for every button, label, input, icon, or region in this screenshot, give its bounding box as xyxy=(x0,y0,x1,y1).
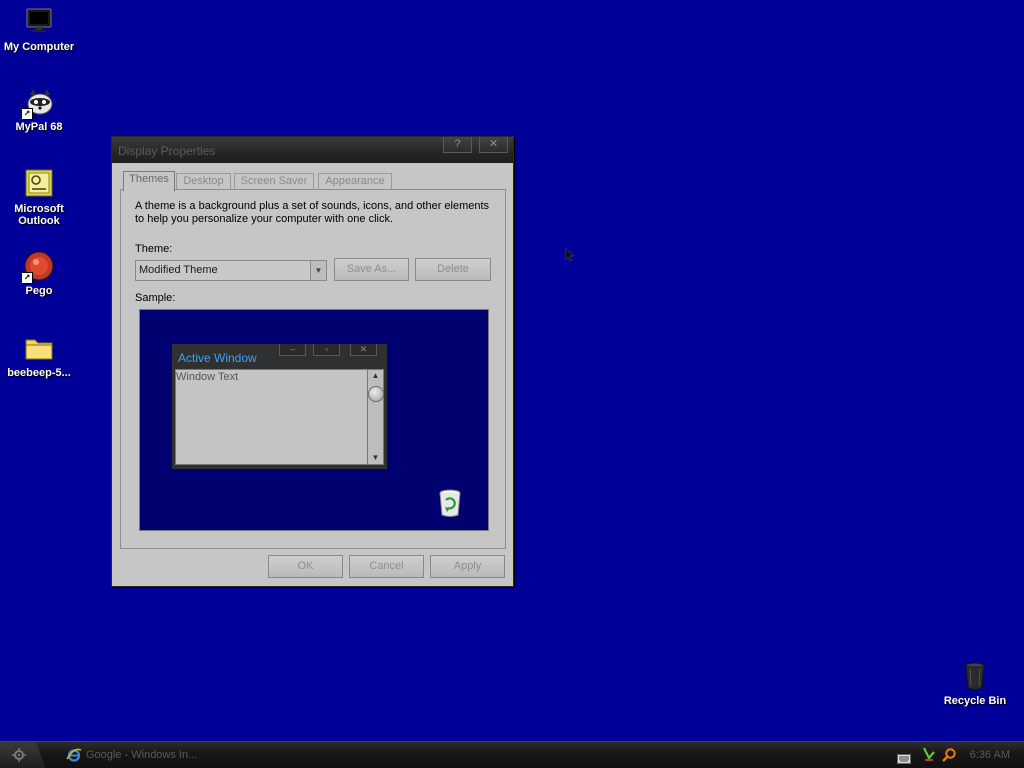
display-properties-dialog: Display Properties ? ✕ Themes Desktop Sc… xyxy=(111,136,514,587)
sample-scrollbar: ▲ ▼ xyxy=(367,369,384,465)
desktop-icon-label: MyPal 68 xyxy=(15,121,63,133)
help-button[interactable]: ? xyxy=(443,137,472,153)
desktop-icon-mypal[interactable]: ↗ MyPal 68 xyxy=(0,86,78,133)
scroll-thumb xyxy=(368,386,384,402)
minimize-icon: – xyxy=(279,344,306,356)
maximize-icon: ▫ xyxy=(313,344,340,356)
save-as-button[interactable]: Save As... xyxy=(334,258,409,281)
apply-button[interactable]: Apply xyxy=(430,555,505,578)
search-icon[interactable] xyxy=(941,747,957,768)
delete-button[interactable]: Delete xyxy=(415,258,491,281)
description-line-1: A theme is a background plus a set of so… xyxy=(135,200,490,212)
desktop-icon-label: Microsoft Outlook xyxy=(14,203,64,227)
desktop-icon-label: Pego xyxy=(25,285,53,297)
desktop-icon-label: My Computer xyxy=(3,41,75,53)
folder-icon xyxy=(23,332,55,364)
ie-icon xyxy=(66,747,82,768)
desktop-icon-beebeep[interactable]: beebeep-5... xyxy=(0,332,78,379)
taskbar-item-label: Google - Windows In... xyxy=(86,749,198,761)
pego-icon: ↗ xyxy=(21,250,55,284)
recycle-bin-icon xyxy=(959,660,991,692)
computer-icon xyxy=(23,6,55,38)
network-arrow-icon[interactable] xyxy=(922,746,936,768)
shortcut-arrow-icon: ↗ xyxy=(21,108,33,120)
desktop-icon-outlook[interactable]: Microsoft Outlook xyxy=(0,168,78,227)
tab-screen-saver[interactable]: Screen Saver xyxy=(234,173,314,190)
sample-recycle-bin-icon xyxy=(436,488,464,518)
desktop-icon-recycle-bin[interactable]: Recycle Bin xyxy=(936,660,1014,707)
dialog-title: Display Properties xyxy=(118,144,216,158)
close-button[interactable]: ✕ xyxy=(479,137,508,153)
sample-label: Sample: xyxy=(135,292,176,304)
sample-active-window: Active Window – ▫ ✕ Window Text ▲ ▼ xyxy=(171,343,388,470)
dialog-titlebar[interactable]: Display Properties ? ✕ xyxy=(112,137,513,163)
theme-select-value: Modified Theme xyxy=(139,264,218,276)
theme-select[interactable]: Modified Theme ▼ xyxy=(135,260,327,281)
desktop-icon-label: beebeep-5... xyxy=(7,367,71,379)
sample-window-client: Window Text xyxy=(175,369,369,465)
taskbar-clock[interactable]: 6:36 AM xyxy=(970,742,1010,768)
tab-desktop[interactable]: Desktop xyxy=(176,173,231,190)
taskbar-item-ie[interactable]: Google - Windows In... xyxy=(60,744,208,766)
cancel-button[interactable]: Cancel xyxy=(349,555,424,578)
scroll-down-icon: ▼ xyxy=(371,453,380,462)
desktop-icon-my-computer[interactable]: My Computer xyxy=(0,6,78,53)
desktop-icon-pego[interactable]: ↗ Pego xyxy=(0,250,78,297)
taskbar: Google - Windows In... 6:36 AM xyxy=(0,741,1024,768)
keyboard-icon[interactable] xyxy=(897,751,911,768)
mouse-cursor-icon xyxy=(564,247,575,262)
theme-sample-preview: Active Window – ▫ ✕ Window Text ▲ ▼ xyxy=(139,309,489,531)
theme-description: A theme is a background plus a set of so… xyxy=(135,200,495,226)
scroll-up-icon: ▲ xyxy=(371,371,380,380)
theme-label: Theme: xyxy=(135,243,173,255)
tab-appearance[interactable]: Appearance xyxy=(318,173,392,190)
outlook-icon xyxy=(23,168,55,200)
start-button[interactable] xyxy=(0,742,46,768)
mypal-icon: ↗ xyxy=(21,86,55,120)
shortcut-arrow-icon: ↗ xyxy=(21,272,33,284)
close-icon: ✕ xyxy=(350,344,377,356)
sample-window-text: Window Text xyxy=(176,371,239,383)
tab-themes[interactable]: Themes xyxy=(123,171,175,192)
ok-button[interactable]: OK xyxy=(268,555,343,578)
chevron-down-icon[interactable]: ▼ xyxy=(310,261,326,280)
sample-window-title: Active Window xyxy=(178,351,257,365)
desktop-icon-label: Recycle Bin xyxy=(943,695,1007,707)
themes-panel: A theme is a background plus a set of so… xyxy=(120,189,506,549)
description-line-2: to help you personalize your computer wi… xyxy=(135,213,394,225)
start-gear-icon xyxy=(10,747,28,768)
